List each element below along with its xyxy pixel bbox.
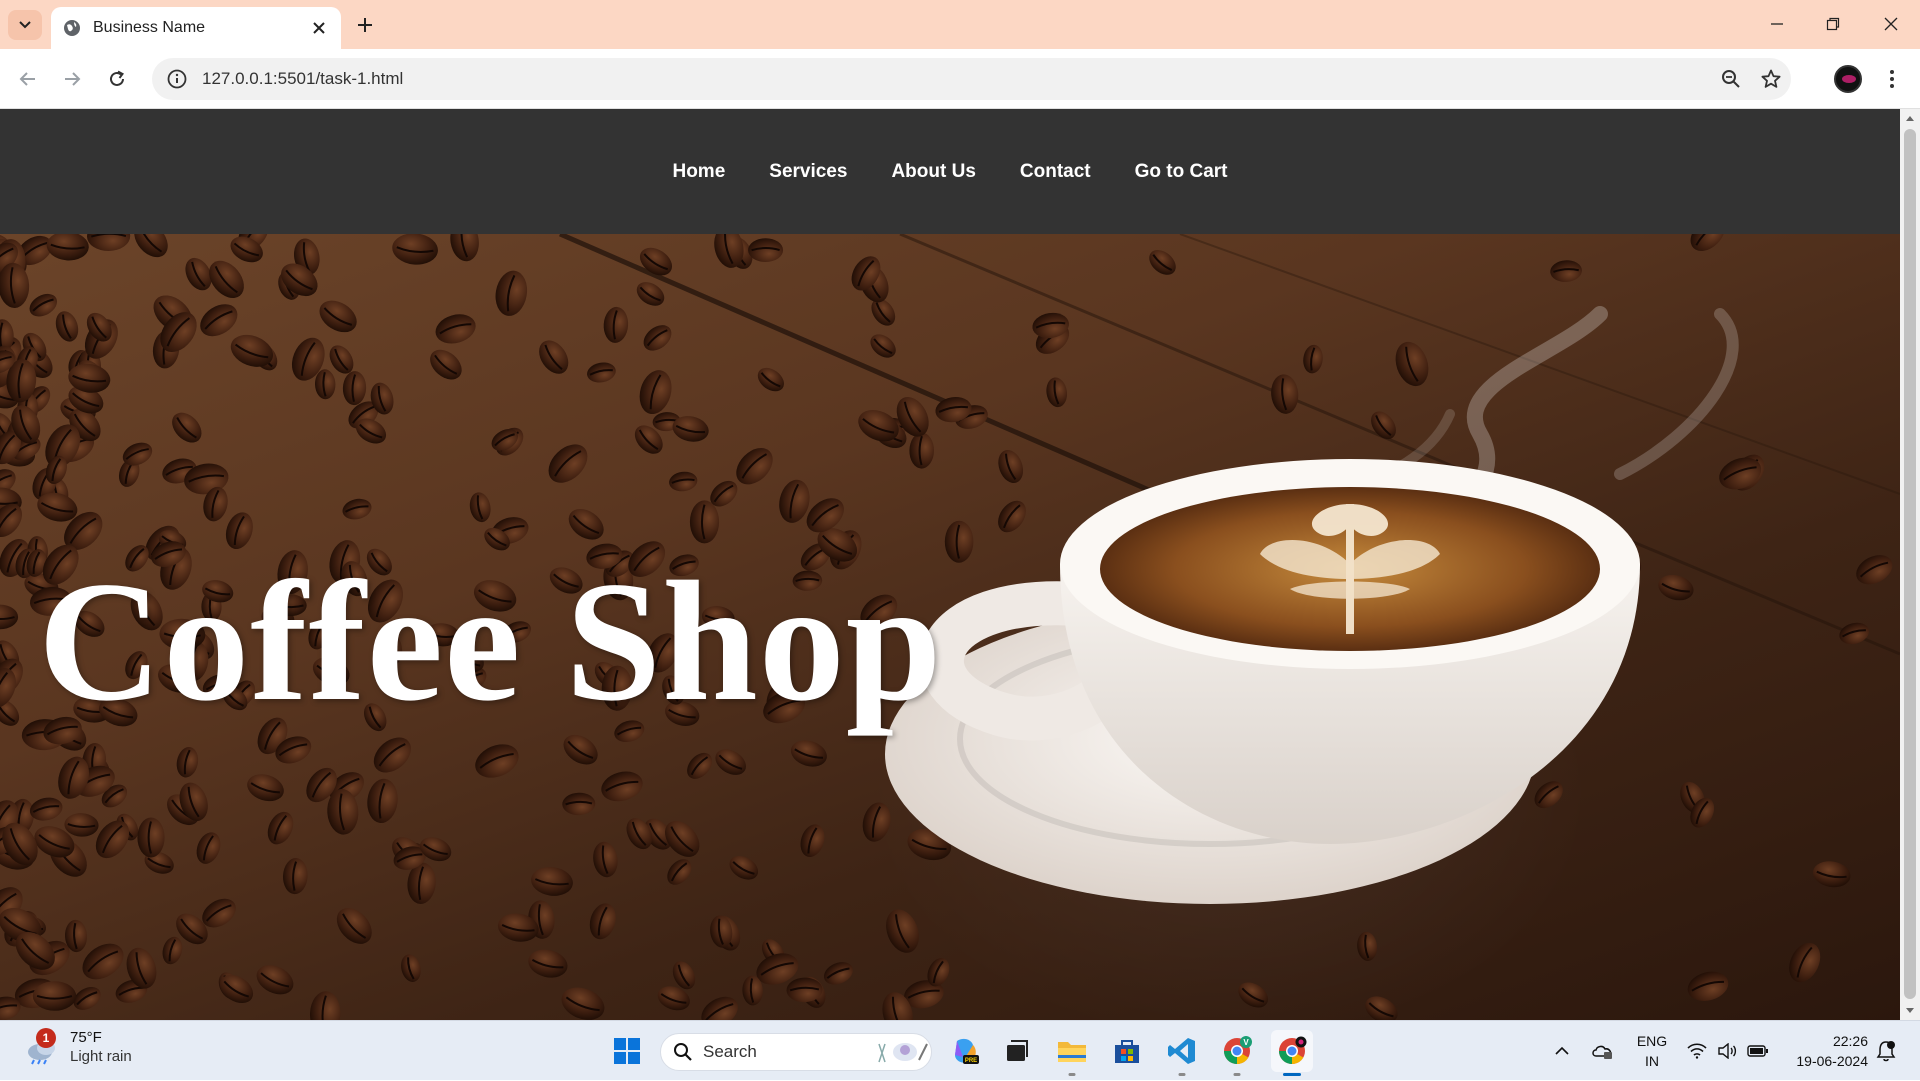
scrollbar-thumb[interactable] [1904,129,1916,999]
close-icon [1884,17,1898,31]
taskbar-task-view[interactable] [996,1030,1038,1072]
browser-menu-button[interactable] [1876,63,1908,95]
close-window-button[interactable] [1868,8,1914,40]
language-code: ENG [1636,1033,1668,1049]
onedrive-button[interactable] [1588,1021,1618,1081]
zoom-out-icon [1722,70,1740,88]
windows-logo-icon [614,1038,640,1064]
restore-button[interactable] [1810,8,1856,40]
wifi-icon [1687,1043,1707,1059]
clock-time: 22:26 [1832,1033,1868,1049]
chevron-up-icon [1555,1046,1569,1055]
weather-condition: Light rain [70,1048,132,1065]
browser-tab-bar: Business Name [0,0,1920,49]
task-view-icon [1007,1040,1028,1061]
chrome-icon [1278,1036,1307,1065]
new-tab-button[interactable] [352,12,378,38]
zoom-button[interactable] [1711,61,1751,97]
taskbar-chrome-profile[interactable]: V [1216,1030,1258,1076]
svg-text:V: V [1243,1038,1249,1047]
globe-icon [64,20,80,36]
weather-widget[interactable]: 1 75°F Light rain [24,1028,132,1067]
minimize-icon [1771,23,1783,25]
system-clock[interactable]: 22:26 19-06-2024 [1782,1031,1868,1071]
forward-button[interactable] [56,63,88,95]
page-viewport: Home Services About Us Contact Go to Car… [0,109,1900,1020]
bell-icon [1876,1041,1896,1062]
minimize-button[interactable] [1754,8,1800,40]
chrome-profile-icon: V [1223,1036,1252,1065]
close-tab-icon[interactable] [309,18,329,38]
nav-link-about-us[interactable]: About Us [869,161,997,183]
browser-tab[interactable]: Business Name [51,7,341,49]
page-scrollbar[interactable] [1900,109,1920,1020]
site-info-icon[interactable] [166,68,188,90]
arrow-left-icon [19,72,35,86]
taskbar: 1 75°F Light rain Search PRE V ENG IN 22… [0,1020,1920,1080]
nav-link-go-to-cart[interactable]: Go to Cart [1113,161,1250,183]
clock-date: 19-06-2024 [1796,1053,1868,1069]
active-indicator [1283,1073,1301,1076]
url-text[interactable]: 127.0.0.1:5501/task-1.html [202,69,1711,89]
search-placeholder: Search [703,1042,757,1061]
site-navigation: Home Services About Us Contact Go to Car… [0,109,1900,234]
arrow-right-icon [65,72,81,86]
taskbar-search[interactable]: Search [660,1033,932,1071]
more-vertical-icon [1890,70,1894,88]
battery-button[interactable] [1744,1021,1772,1081]
battery-icon [1747,1045,1768,1057]
address-bar[interactable]: 127.0.0.1:5501/task-1.html [152,58,1791,100]
hero-title: Coffee Shop [38,547,943,737]
volume-button[interactable] [1714,1021,1740,1081]
nav-link-home[interactable]: Home [650,161,747,183]
vscode-icon [1168,1038,1195,1064]
scroll-up-icon[interactable] [1900,109,1920,127]
region-code: IN [1645,1053,1659,1069]
star-icon [1761,69,1781,88]
start-button[interactable] [606,1030,648,1072]
copilot-icon: PRE [955,1038,979,1064]
notifications-button[interactable] [1872,1021,1900,1081]
scroll-down-icon[interactable] [1900,1002,1920,1020]
volume-icon [1718,1043,1737,1059]
back-button[interactable] [12,63,44,95]
cloud-sync-icon [1592,1045,1612,1059]
weather-temperature: 75°F [70,1029,102,1046]
nav-link-services[interactable]: Services [747,161,869,183]
reload-button[interactable] [101,63,133,95]
bookmark-button[interactable] [1751,61,1791,97]
running-indicator [1068,1073,1076,1076]
browser-toolbar: 127.0.0.1:5501/task-1.html [0,49,1920,109]
show-hidden-icons-button[interactable] [1550,1021,1574,1081]
search-icon [674,1043,692,1061]
plus-icon [358,18,372,32]
taskbar-file-explorer[interactable] [1051,1030,1093,1076]
reload-icon [110,70,124,86]
taskbar-copilot[interactable]: PRE [944,1030,986,1072]
microsoft-store-icon [1115,1040,1139,1063]
weather-badge: 1 [36,1028,56,1048]
rain-cloud-icon: 1 [24,1028,60,1066]
tab-title: Business Name [93,19,206,36]
taskbar-microsoft-store[interactable] [1106,1030,1148,1072]
chevron-down-icon [19,21,31,29]
search-highlight-icon [878,1043,928,1063]
taskbar-vscode[interactable] [1161,1030,1203,1076]
nav-link-contact[interactable]: Contact [998,161,1113,183]
profile-avatar[interactable] [1834,65,1862,93]
tab-search-button[interactable] [8,10,42,40]
language-indicator[interactable]: ENG IN [1634,1031,1670,1071]
file-explorer-icon [1058,1042,1086,1062]
restore-icon [1826,17,1840,31]
svg-text:PRE: PRE [965,1058,977,1064]
running-indicator [1178,1073,1186,1076]
wifi-button[interactable] [1684,1021,1710,1081]
hero-section: Coffee Shop [0,234,1900,1020]
taskbar-chrome[interactable] [1271,1030,1313,1076]
running-indicator [1233,1073,1241,1076]
